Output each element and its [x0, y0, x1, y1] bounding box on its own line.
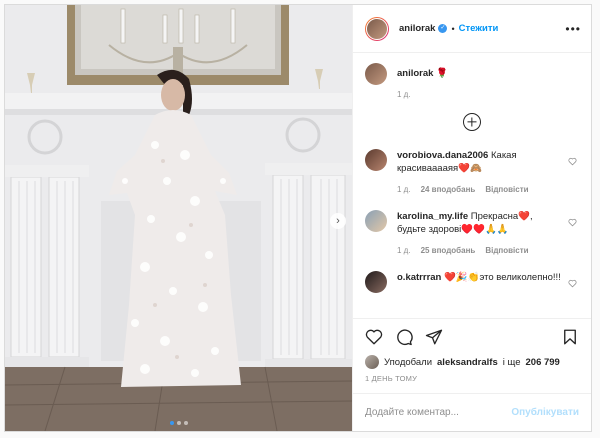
caption-text: 🌹 [436, 68, 448, 79]
post-side-panel: anilorak ✓ • Стежити ••• anilorak 🌹 1 д. [352, 5, 591, 431]
comment-likes[interactable]: 24 вподобань [421, 183, 476, 196]
likes-summary: Уподобали aleksandralfs і ще 206 799 [353, 354, 591, 370]
liker-avatar[interactable] [365, 355, 379, 369]
reply-button[interactable]: Відповісти [485, 244, 528, 257]
comment-avatar[interactable] [365, 149, 387, 171]
verified-icon: ✓ [438, 24, 448, 33]
caption-time[interactable]: 1 д. [397, 88, 411, 101]
comment-time[interactable]: 1 д. [397, 244, 411, 257]
likes-middle: і ще [502, 356, 521, 368]
comment-username[interactable]: karolina_my.life [397, 211, 468, 222]
publish-button[interactable]: Опублікувати [511, 407, 579, 418]
post-modal: › anilorak ✓ • Стежити ••• anilorak 🌹 1 … [4, 4, 592, 432]
author-avatar[interactable] [365, 16, 389, 41]
carousel-dot [183, 421, 188, 425]
carousel-dots [5, 421, 352, 425]
post-timestamp[interactable]: 1 ДЕНЬ ТОМУ [353, 370, 591, 393]
like-heart-icon[interactable] [365, 328, 383, 346]
comment-like-heart-icon[interactable] [568, 218, 577, 227]
comment-username[interactable]: o.katrrran [397, 272, 441, 283]
comment-avatar[interactable] [365, 210, 387, 232]
comment-meta: 1 д. 24 вподобань Відповісти [397, 183, 561, 196]
next-photo-button[interactable]: › [330, 213, 346, 229]
comment-meta: 1 д. 25 вподобань Відповісти [397, 244, 561, 257]
likes-prefix: Уподобали [384, 356, 433, 368]
separator-dot: • [451, 23, 455, 34]
caption-meta: 1 д. [397, 88, 561, 101]
post-photo[interactable]: › [5, 5, 352, 431]
liker-username[interactable]: aleksandralfs [437, 357, 498, 368]
carousel-dot [176, 421, 181, 425]
carousel-dot [169, 421, 174, 425]
caption-avatar[interactable] [365, 63, 387, 85]
author-avatar-image [366, 17, 388, 40]
more-options-icon[interactable]: ••• [565, 22, 581, 36]
comment-item: o.katrrran ❤️🎉👏это великолепно!!! [365, 271, 579, 293]
comment-text: ❤️🎉👏это великолепно!!! [444, 272, 561, 283]
comment-item: vorobiova.dana2006 Какая красивааааяя❤️🙈… [365, 149, 579, 196]
load-more-comments[interactable] [365, 113, 579, 131]
comment-like-heart-icon[interactable] [568, 279, 577, 288]
comment-time[interactable]: 1 д. [397, 183, 411, 196]
post-header: anilorak ✓ • Стежити ••• [353, 5, 591, 53]
comment-bubble-icon[interactable] [395, 328, 413, 346]
comment-likes[interactable]: 25 вподобань [421, 244, 476, 257]
comment-like-heart-icon[interactable] [568, 157, 577, 166]
share-paper-plane-icon[interactable] [425, 328, 443, 346]
comment-item: karolina_my.life Прекрасна❤️, будьте здо… [365, 210, 579, 257]
plus-circle-icon[interactable] [463, 113, 481, 131]
comment-avatar[interactable] [365, 271, 387, 293]
comment-username[interactable]: vorobiova.dana2006 [397, 150, 488, 161]
reply-button[interactable]: Відповісти [485, 183, 528, 196]
comments-list: anilorak 🌹 1 д. vorobiova.dana2006 Какая… [353, 53, 591, 318]
likes-count[interactable]: 206 799 [526, 357, 560, 368]
save-bookmark-icon[interactable] [561, 328, 579, 346]
add-comment-bar: Опублікувати [353, 393, 591, 431]
photo-illustration [5, 5, 352, 431]
caption-username[interactable]: anilorak [397, 68, 433, 79]
caption: anilorak 🌹 1 д. [365, 63, 579, 101]
follow-button[interactable]: Стежити [459, 23, 499, 34]
comment-input[interactable] [365, 407, 512, 418]
post-actions [353, 318, 591, 354]
author-username[interactable]: anilorak [399, 23, 435, 34]
